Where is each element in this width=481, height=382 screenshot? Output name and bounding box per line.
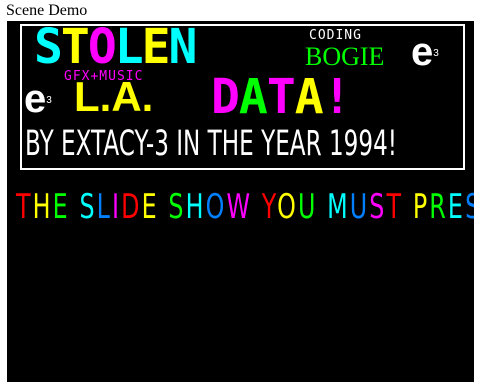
scroll-char: W — [226, 187, 253, 227]
group-logo-icon: e3 — [24, 77, 52, 121]
data-letter: ! — [322, 69, 352, 125]
scroll-char: U — [297, 187, 318, 227]
scroll-char: S — [168, 187, 186, 227]
data-letter: T — [266, 69, 296, 125]
scroll-char: E — [52, 187, 70, 227]
scroll-char: P — [412, 187, 430, 227]
scroll-char: E — [141, 187, 159, 227]
scroll-char: O — [205, 187, 227, 227]
data-letter: A — [238, 69, 268, 125]
scroll-char: L — [96, 187, 113, 227]
scroll-char: M — [327, 187, 350, 227]
scroll-char: H — [32, 187, 53, 227]
scroll-char: U — [349, 187, 370, 227]
scroll-char — [252, 187, 262, 227]
stolen-letter: O — [87, 21, 117, 75]
scroll-char: T — [16, 187, 33, 227]
scroll-char: D — [121, 187, 142, 227]
scroll-char: H — [185, 187, 206, 227]
scroll-char: S — [79, 187, 97, 227]
demo-screen: S T O L E N CODING BOGIE e3 e3 GFX+MUSIC… — [7, 21, 474, 382]
stolen-letter: S — [34, 21, 63, 75]
stolen-logo: S T O L E N — [34, 21, 198, 75]
scroll-char — [159, 187, 169, 227]
scroll-char: Y — [261, 187, 278, 227]
page-title: Scene Demo — [6, 2, 88, 19]
group-logo-icon: e3 — [411, 30, 439, 74]
data-letter: D — [211, 69, 240, 125]
credits-byline: BY EXTACY-3 IN THE YEAR 1994! — [25, 124, 398, 164]
scroll-char: R — [429, 187, 448, 227]
scroll-text: THE SLIDE SHOW YOU MUST PRESS : — [16, 187, 474, 227]
stolen-letter: E — [141, 21, 171, 75]
scroll-char: S — [465, 187, 474, 227]
coder-name: BOGIE — [305, 42, 385, 71]
scroll-char: E — [447, 187, 466, 227]
stolen-letter: T — [60, 21, 90, 75]
data-logo: D A T A ! — [211, 69, 352, 125]
scroll-char: S — [369, 187, 387, 227]
stolen-letter: N — [168, 21, 198, 75]
scroll-char: O — [277, 187, 298, 227]
scroll-char — [317, 187, 327, 227]
title-banner: S T O L E N CODING BOGIE e3 e3 GFX+MUSIC… — [20, 21, 465, 170]
scroll-char — [70, 187, 80, 227]
artist-name: L.A. — [74, 73, 154, 120]
coding-label: CODING — [309, 28, 362, 43]
data-letter: A — [294, 69, 324, 125]
scroll-char — [403, 187, 413, 227]
scroll-char: I — [112, 187, 122, 227]
scroll-char: T — [386, 187, 404, 227]
stolen-letter: L — [114, 21, 144, 75]
